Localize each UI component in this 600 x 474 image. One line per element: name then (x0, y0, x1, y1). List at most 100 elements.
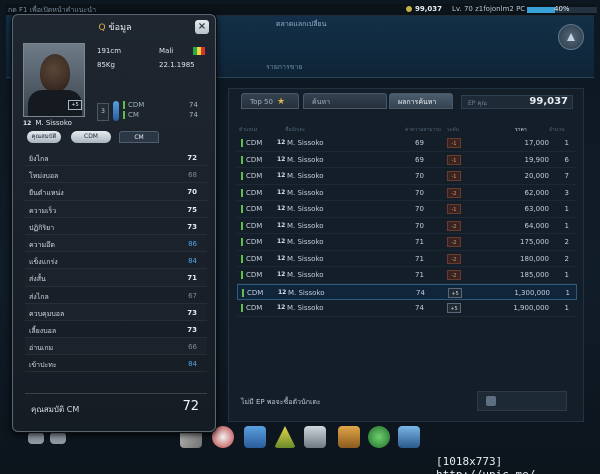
market-title: ตลาดแลกเปลี่ยน (276, 20, 327, 28)
tab-attributes[interactable]: คุณสมบัติ (27, 131, 61, 143)
price-cell: 62,000 (524, 188, 550, 197)
table-row[interactable]: CDM 12 M. Sissoko 69 -1 19,900 6 (237, 152, 577, 168)
count-cell: 1 (564, 139, 569, 147)
number-cell: 12 (277, 139, 286, 146)
attribute-name: แข็งแกร่ง (29, 258, 58, 267)
tab-search[interactable]: ค้นหา (303, 93, 387, 109)
close-button[interactable]: × (195, 20, 209, 34)
tab-cdm[interactable]: CDM (71, 131, 111, 143)
attribute-row: ความเร็ว 75 (25, 200, 207, 218)
attribute-row: โหม่งบอล 68 (25, 166, 207, 184)
number-cell: 12 (277, 238, 286, 245)
tab-top50[interactable]: Top 50 ★ (241, 93, 299, 109)
scroll-up-button[interactable] (558, 24, 584, 50)
player-height: 191cm (97, 47, 122, 55)
panel-title-text: ข้อมูล (108, 23, 132, 33)
watermark: [1018x773] http://upic.me/ (436, 455, 535, 474)
cards-icon[interactable] (304, 426, 326, 448)
attribute-row: ความอึด 86 (25, 234, 207, 253)
ball-icon[interactable] (212, 426, 234, 448)
count-cell: 1 (564, 271, 569, 279)
count-cell: 2 (564, 254, 569, 263)
card-rating-badge: +5 (68, 100, 82, 110)
name-cell: M. Sissoko (287, 221, 324, 230)
table-row[interactable]: CDM 12 M. Sissoko 69 -1 17,000 1 (237, 135, 577, 152)
player-weight: 85Kg (97, 61, 115, 69)
col-player-name: ชื่อนักเตะ (285, 127, 306, 133)
table-row[interactable]: CDM 12 M. Sissoko 71 -2 175,000 2 (237, 234, 577, 251)
grade-badge: +5 (448, 287, 462, 298)
attribute-value: 66 (188, 343, 197, 352)
position-2-value: 74 (189, 111, 198, 119)
ability-cell: 71 (415, 238, 424, 246)
count-cell: 1 (564, 205, 569, 213)
club-icon[interactable] (368, 426, 390, 448)
position-1-value: 74 (189, 101, 198, 109)
menu-button-2[interactable] (50, 432, 66, 444)
boot-icon-small (113, 101, 119, 121)
attribute-row: ยิงไกล 72 (25, 149, 207, 167)
attribute-list: ยิงไกล 72 โหม่งบอล 68 ยืนตำแหน่ง 70 ความเร็ว 75… (25, 149, 207, 373)
ability-cell: 69 (415, 155, 424, 164)
cone-icon[interactable] (274, 426, 296, 448)
price-cell: 1,300,000 (514, 288, 550, 297)
tab-search-results[interactable]: ผลการค้นหา (389, 93, 453, 109)
name-cell: M. Sissoko (287, 304, 324, 312)
shirt-icon[interactable] (338, 426, 360, 448)
menu-button-1[interactable] (28, 432, 44, 444)
attribute-name: เข้าปะทะ (29, 361, 57, 370)
player-name-label: 12 M. Sissoko (23, 119, 85, 127)
tab-cm[interactable]: CM (119, 131, 159, 143)
player-photo: +5 (23, 43, 85, 117)
count-cell: 1 (564, 221, 569, 230)
ability-cell: 70 (415, 172, 424, 180)
table-row[interactable]: CDM 12 M. Sissoko 74 +5 1,900,000 1 (237, 300, 577, 317)
table-row[interactable]: CDM 12 M. Sissoko 74 +5 1,300,000 1 (237, 283, 577, 300)
position-cell: CDM (241, 172, 262, 180)
attribute-value: 84 (188, 257, 197, 266)
col-count: จำนวน (549, 127, 565, 133)
table-row[interactable]: CDM 12 M. Sissoko 71 -2 185,000 1 (237, 267, 577, 284)
ep-balance: 99,037 (406, 5, 442, 13)
number-cell: 12 (277, 155, 286, 163)
insufficient-ep-note: ไม่มี EP พอจะซื้อตัวนักเตะ (241, 398, 321, 406)
grade-badge: -2 (447, 253, 461, 264)
name-cell: M. Sissoko (287, 238, 324, 246)
hand-icon (486, 396, 496, 406)
overall-rating: คุณสมบัติ CM 72 (25, 393, 207, 421)
ep-panel-label: EP คุณ (468, 100, 487, 107)
grade-badge: -1 (447, 204, 461, 214)
name-cell: M. Sissoko (287, 188, 324, 197)
attribute-value: 73 (187, 222, 197, 231)
attribute-name: ความเร็ว (29, 206, 57, 215)
ability-cell: 70 (415, 205, 424, 213)
attribute-value: 70 (187, 188, 197, 197)
boot-icon[interactable] (244, 426, 266, 448)
table-row[interactable]: CDM 12 M. Sissoko 70 -1 20,000 7 (237, 168, 577, 185)
buy-button[interactable] (477, 391, 567, 411)
star-icon: ★ (276, 97, 286, 107)
col-price[interactable]: ราคา (515, 126, 527, 134)
table-body: CDM 12 M. Sissoko 69 -1 17,000 1 CDM 12 M. Sissok… (237, 135, 577, 317)
attribute-name: ยืนตำแหน่ง (29, 189, 64, 198)
table-header: ตำแหน่ง ชื่อนักเตะ ค่าความสามารถ ระดับ ร… (237, 123, 577, 135)
table-row[interactable]: CDM 12 M. Sissoko 71 -2 180,000 2 (237, 251, 577, 267)
player-number: 12 (23, 120, 32, 127)
grade-badge: -2 (447, 187, 461, 198)
overall-value: 72 (182, 399, 199, 414)
number-cell: 12 (277, 271, 286, 278)
col-position: ตำแหน่ง (239, 127, 258, 133)
shop-cart-icon[interactable] (398, 426, 420, 448)
attribute-value: 75 (187, 205, 197, 214)
price-cell: 19,900 (524, 155, 550, 164)
position-cell: CDM (241, 271, 262, 279)
ability-cell: 74 (415, 304, 424, 312)
name-cell: M. Sissoko (287, 139, 324, 147)
table-row[interactable]: CDM 12 M. Sissoko 70 -2 62,000 3 (237, 185, 577, 201)
ability-cell: 71 (415, 254, 424, 263)
ability-cell: 70 (415, 221, 424, 230)
table-row[interactable]: CDM 12 M. Sissoko 70 -2 64,000 1 (237, 218, 577, 234)
table-row[interactable]: CDM 12 M. Sissoko 70 -1 63,000 1 (237, 201, 577, 218)
number-cell: 12 (277, 221, 286, 229)
attribute-value: 73 (187, 308, 197, 317)
